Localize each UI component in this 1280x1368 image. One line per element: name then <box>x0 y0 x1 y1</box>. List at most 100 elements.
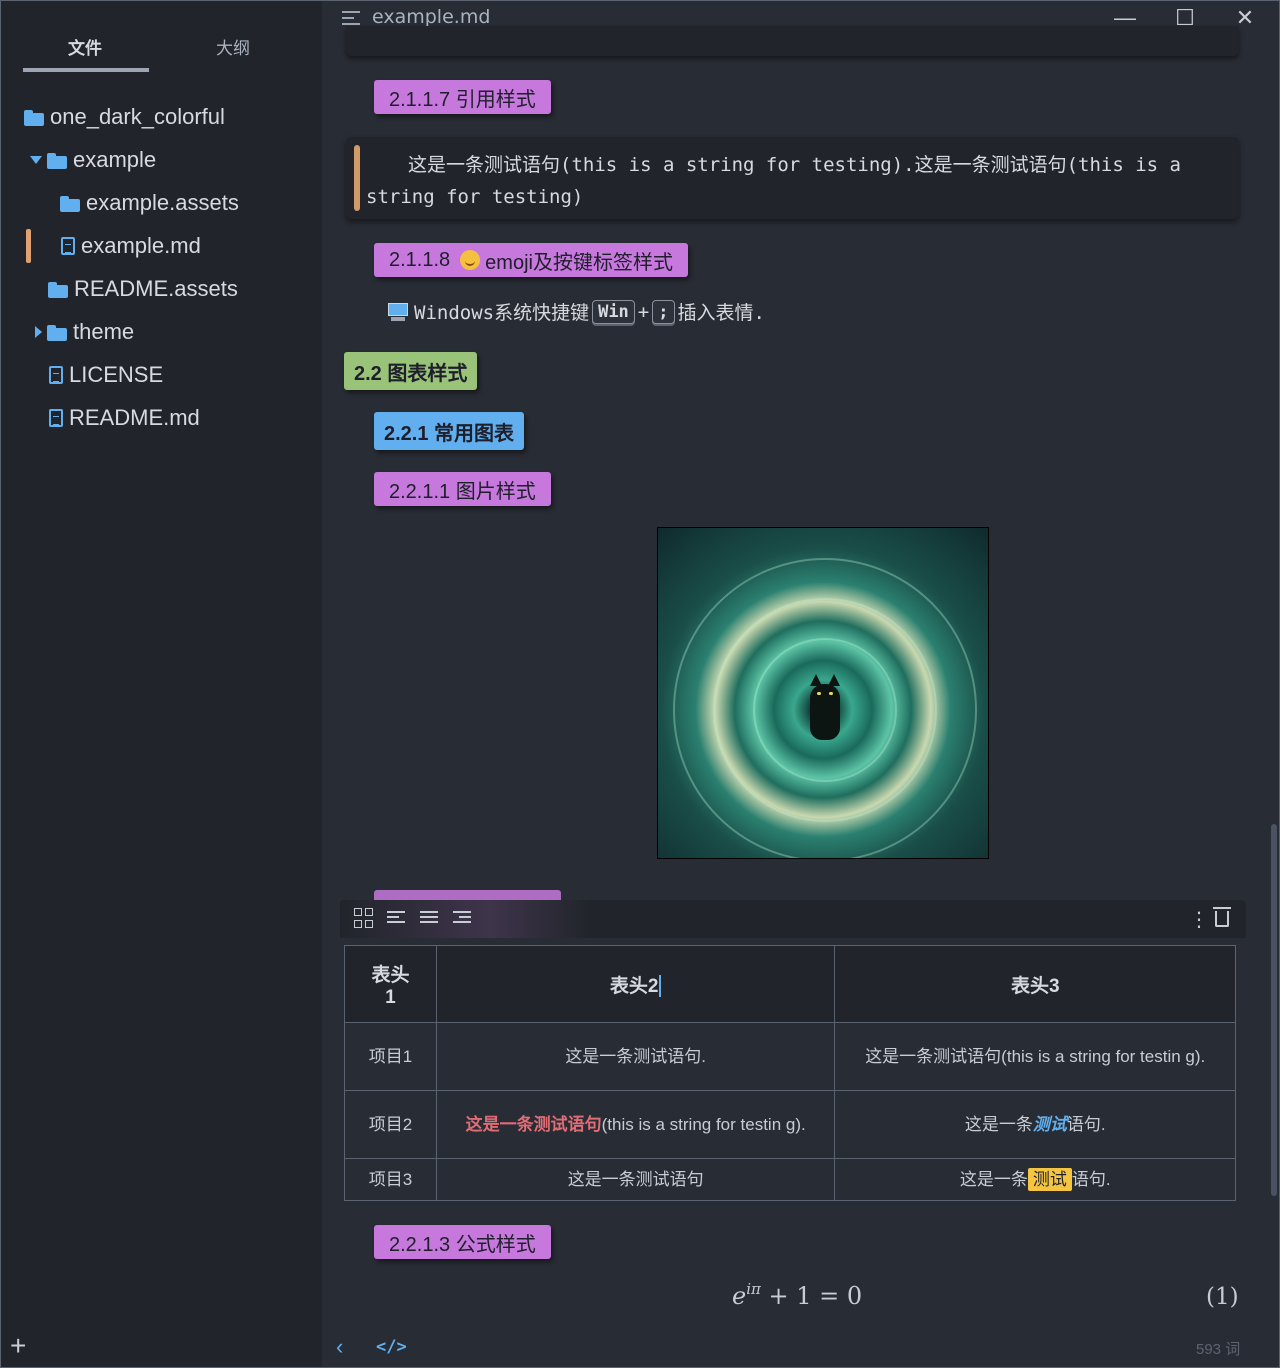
file-icon <box>61 237 75 255</box>
cell-text: 语句. <box>1071 1169 1111 1189</box>
heading-common-charts[interactable]: 2.2.1 常用图表 <box>374 412 525 450</box>
cell-text: 语句. <box>1066 1114 1106 1134</box>
shortcut-prefix: Windows系统快捷键 <box>414 302 590 324</box>
folder-icon <box>47 152 67 169</box>
text-cursor <box>659 975 662 998</box>
table-cell[interactable]: 项目2 <box>344 1090 437 1159</box>
red-bold-text: 这是一条测试语句 <box>465 1114 602 1134</box>
tree-item-label: example <box>73 147 157 172</box>
tree-item-label: example.assets <box>86 190 239 215</box>
file-icon <box>49 409 63 427</box>
tree-item-example-assets[interactable]: example.assets <box>60 185 239 221</box>
heading-image-style[interactable]: 2.2.1.1 图片样式 <box>374 472 551 506</box>
black-cat <box>810 670 840 740</box>
table-row: 项目1 这是一条测试语句. 这是一条测试语句(this is a string … <box>344 1022 1236 1091</box>
kbd-plus: + <box>637 300 650 323</box>
table-header-3[interactable]: 表头3 <box>834 945 1236 1023</box>
tree-item-label: LICENSE <box>69 362 164 387</box>
heading-chart-styles[interactable]: 2.2 图表样式 <box>344 352 478 390</box>
status-bar: ‹ </> 593 词 <box>322 1332 1280 1368</box>
table-toolbar: ⋮ <box>340 900 1246 938</box>
tree-item-readme-assets[interactable]: README.assets <box>48 271 238 307</box>
cat-in-water-image[interactable] <box>657 527 989 859</box>
quote-bar <box>354 145 360 211</box>
tree-item-label: README.assets <box>74 276 238 301</box>
toggle-sidebar-button[interactable]: ‹ <box>336 1334 343 1360</box>
table-grid-icon[interactable] <box>354 908 374 928</box>
file-icon <box>49 366 63 384</box>
formula-base: e <box>732 1282 747 1310</box>
tree-item-readme-md[interactable]: README.md <box>49 400 200 436</box>
folder-icon <box>60 195 80 212</box>
tab-files[interactable]: 文件 <box>68 34 102 59</box>
tree-item-example[interactable]: example <box>30 142 156 178</box>
table-cell[interactable]: 这是一条测试语句. <box>834 1090 1236 1159</box>
chevron-down-icon[interactable] <box>30 156 42 164</box>
window-title: example.md <box>372 6 491 28</box>
align-left-icon[interactable] <box>387 908 407 928</box>
table-cell[interactable]: 这是一条测试语句 <box>435 1158 836 1201</box>
tree-item-theme[interactable]: theme <box>35 314 134 350</box>
sidebar: 文件 大纲 one_dark_colorful example example.… <box>0 0 322 1368</box>
chevron-right-icon[interactable] <box>35 326 42 338</box>
tab-outline[interactable]: 大纲 <box>216 34 250 59</box>
align-right-icon[interactable] <box>453 908 473 928</box>
heading-emoji-style[interactable]: 2.1.1.8 emoji及按键标签样式 <box>374 243 688 277</box>
tree-item-label: README.md <box>69 405 200 430</box>
highlighted-text: 测试 <box>1027 1167 1072 1191</box>
menu-icon[interactable] <box>342 11 360 25</box>
shortcut-suffix: 插入表情. <box>677 302 765 324</box>
tree-item-example-md[interactable]: example.md <box>61 228 201 264</box>
heading-number: 2.1.1.8 <box>389 248 451 271</box>
math-formula[interactable]: eiπ + 1 = 0 <box>732 1280 863 1310</box>
smiling-face-icon <box>460 250 481 270</box>
heading-formula-style[interactable]: 2.2.1.3 公式样式 <box>374 1225 551 1259</box>
delete-table-icon[interactable] <box>1213 907 1231 927</box>
source-code-mode-button[interactable]: </> <box>376 1337 407 1357</box>
table-row: 项目2 这是一条测试语句(this is a string for testin… <box>344 1090 1236 1159</box>
heading-quote-style[interactable]: 2.1.1.7 引用样式 <box>374 80 551 114</box>
kbd-semicolon: ; <box>652 299 675 324</box>
table-header-2[interactable]: 表头2 <box>435 945 836 1023</box>
add-file-button[interactable]: + <box>10 1332 26 1360</box>
blockquote[interactable]: 这是一条测试语句(this is a string for testing).这… <box>346 137 1239 219</box>
computer-icon <box>388 302 408 321</box>
table-cell[interactable]: 这是一条测试语句(this is a string for testin g). <box>834 1022 1236 1091</box>
active-tab-underline <box>23 68 149 72</box>
table-cell[interactable]: 这是一条测试语句(this is a string for testin g). <box>435 1090 836 1159</box>
folder-icon <box>48 281 68 298</box>
align-center-icon[interactable] <box>420 908 440 928</box>
shortcut-line: Windows系统快捷键 Win + ; 插入表情. <box>388 298 765 325</box>
cell-text: 这是一条 <box>959 1169 1028 1189</box>
formula-exponent: iπ <box>746 1280 761 1298</box>
table-cell[interactable]: 项目3 <box>344 1158 437 1201</box>
more-options-icon[interactable]: ⋮ <box>1189 907 1209 932</box>
folder-icon <box>47 324 67 341</box>
table-header-row: 表头 1 表头2 表头3 <box>344 945 1236 1023</box>
tree-item-license[interactable]: LICENSE <box>49 357 163 393</box>
active-file-marker <box>26 229 31 263</box>
folder-icon <box>24 109 44 126</box>
tree-item-label: one_dark_colorful <box>50 104 225 129</box>
kbd-win: Win <box>592 299 635 324</box>
cell-text: 这是一条 <box>964 1114 1033 1134</box>
previous-code-block <box>346 26 1239 56</box>
heading-text: emoji及按键标签样式 <box>485 251 673 274</box>
data-table: 表头 1 表头2 表头3 项目1 这是一条测试语句. 这是一条测试语句(this … <box>344 945 1236 1201</box>
table-header-1[interactable]: 表头 1 <box>344 945 437 1023</box>
table-cell[interactable]: 这是一条测试语句. <box>834 1158 1236 1201</box>
formula-rest: + 1 = 0 <box>768 1282 863 1310</box>
tree-item-label: example.md <box>81 233 201 258</box>
sidebar-tabs: 文件 大纲 <box>0 0 322 72</box>
table-row: 项目3 这是一条测试语句 这是一条 测试 语句. <box>344 1158 1236 1201</box>
editor-content[interactable]: 2.1.1.7 引用样式 这是一条测试语句(this is a string f… <box>322 26 1280 1332</box>
table-cell[interactable]: 项目1 <box>344 1022 437 1091</box>
tree-item-one-dark-colorful[interactable]: one_dark_colorful <box>24 99 225 135</box>
word-count: 593 词 <box>1196 1341 1241 1358</box>
equation-number: (1) <box>1206 1284 1239 1310</box>
table-cell[interactable]: 这是一条测试语句. <box>435 1022 836 1091</box>
tree-item-label: theme <box>73 319 135 344</box>
scrollbar[interactable] <box>1271 824 1277 1196</box>
emphasis-text: 测试 <box>1032 1114 1067 1134</box>
cell-text: (this is a string for testin g). <box>601 1114 806 1134</box>
